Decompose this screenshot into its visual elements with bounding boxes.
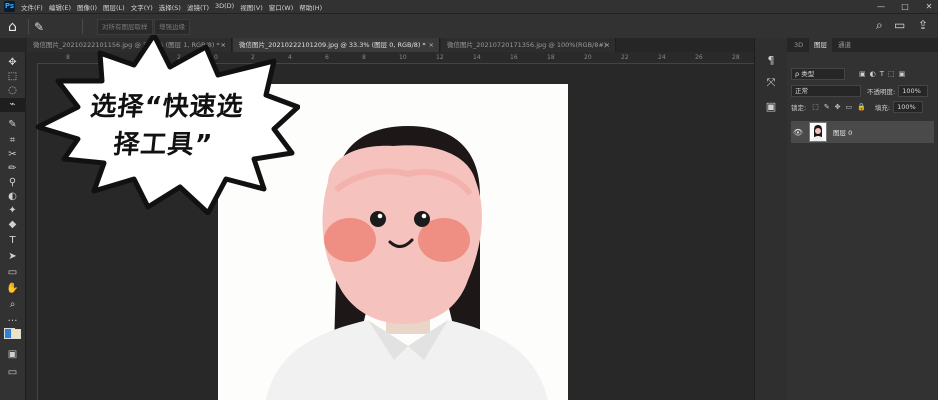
blend-mode-select[interactable]: 正常 [791,85,861,97]
home-icon[interactable]: ⌂ [8,14,17,39]
menu-item[interactable]: 文件(F) [21,2,43,12]
lock-icons[interactable]: ⬚✎✥▭🔒 [812,103,871,111]
menu-items: 文件(F) 编辑(E) 图像(I) 图层(L) 文字(Y) 选择(S) 滤镜(T) 3D(D)… [21,2,328,12]
layer-filter-row: ρ 类型 ▣◐T⬚▣ [791,68,909,80]
color-swatch-icon[interactable] [0,326,25,340]
lasso-tool-icon[interactable]: ◌ [0,84,25,98]
quick-mask-icon[interactable]: ▣ [0,348,25,362]
close-tab-icon[interactable]: × [429,38,434,52]
dodge-tool-icon[interactable]: ◐ [0,190,25,204]
document-tab[interactable]: 微信图片_20210720171356.jpg @ 100%(RGB/8#) × [441,38,616,52]
menu-item[interactable]: 图像(I) [77,2,97,12]
eraser-tool-icon[interactable]: ✏ [0,162,25,176]
more-tools-icon[interactable]: … [0,312,25,326]
ruler-tick-label: 8 [362,54,366,61]
share-icon[interactable]: ⇪ [918,18,928,32]
healing-brush-tool-icon[interactable]: ✦ [0,204,25,218]
hand-tool-icon[interactable]: ✋ [0,282,25,296]
fill-input[interactable]: 100% [893,101,924,113]
clone-stamp-tool-icon[interactable]: ✂ [0,148,25,162]
move-tool-icon[interactable]: ✥ [0,56,25,70]
close-tab-icon[interactable]: × [605,38,610,52]
crop-tool-icon[interactable]: ⌗ [0,134,25,148]
rectangle-tool-icon[interactable]: ▭ [0,266,25,280]
speech-bubble-callout: 选择“快速选 择工具” [30,35,300,215]
fill-label: 填充: [874,104,891,112]
ruler-tick-label: 6 [325,54,329,61]
tool-presets-icon[interactable]: ⤧ [755,76,787,90]
workspace-icon[interactable]: ▭ [894,18,905,32]
lock-label: 锁定: [791,104,807,112]
marquee-tool-icon[interactable]: ⬚ [0,70,25,84]
opacity-input[interactable]: 100% [898,85,929,97]
menu-bar: Ps 文件(F) 编辑(E) 图像(I) 图层(L) 文字(Y) 选择(S) 滤镜(T) 3D… [0,0,938,13]
brush-tool-icon[interactable]: ✎ [0,118,25,132]
ruler-tick-label: 20 [584,54,592,61]
tab-channels[interactable]: 通道 [833,38,856,52]
tools-panel: ✥ ⬚ ◌ ⌁ ✎ ⌗ ✂ ✏ ⚲ ◐ ✦ ◆ T ➤ ▭ ✋ ⌕… ▣ ▭ [0,52,26,400]
menu-item[interactable]: 窗口(W) [269,2,294,12]
photoshop-logo-icon: Ps [4,1,15,12]
zoom-tool-icon[interactable]: ⌕ [0,298,25,312]
maximize-button[interactable]: □ [900,2,910,11]
menu-item[interactable]: 帮助(H) [299,2,322,12]
ruler-tick-label: 16 [510,54,518,61]
pen-tool-icon[interactable]: ◆ [0,218,25,232]
close-button[interactable]: ✕ [924,2,934,11]
layer-row[interactable]: 👁 图层 0 [791,121,934,143]
callout-text: 选择“快速选 择工具” [36,88,294,164]
ruler-tick-label: 14 [473,54,481,61]
layer-kind-filter[interactable]: ρ 类型 [791,68,845,80]
tab-label: 微信图片_20210720171356.jpg @ 100%(RGB/8#) [447,41,607,49]
search-icon[interactable]: ⌕ [876,18,883,33]
callout-line-1: 选择“快速选 [88,92,246,122]
blend-row: 正常 不透明度: 100% [791,85,929,97]
thumbnail-portrait [812,125,824,141]
sample-all-layers-checkbox[interactable]: 对所有图层取样 [97,19,153,35]
path-selection-tool-icon[interactable]: ➤ [0,250,25,264]
eyedropper-tool-icon[interactable]: ⚲ [0,176,25,190]
collapsed-panels-strip: ¶ ⤧ ▣ [754,38,788,400]
visibility-eye-icon[interactable]: 👁 [791,128,805,137]
menu-item[interactable]: 图层(L) [103,2,125,12]
properties-icon[interactable]: ▣ [755,100,787,113]
lock-row: 锁定: ⬚✎✥▭🔒 填充: 100% [791,101,924,113]
quick-selection-tool-icon[interactable]: ⌁ [0,98,25,112]
ruler-tick-label: 10 [399,54,407,61]
callout-line-2: 择工具” [111,130,215,160]
opacity-label: 不透明度: [867,88,896,96]
window-controls: — □ ✕ [876,0,934,13]
menu-item[interactable]: 视图(V) [240,2,263,12]
layer-name: 图层 0 [833,129,853,137]
divider [82,19,83,34]
ruler-tick-label: 18 [547,54,555,61]
panel-tabs: 3D 图层 通道 [787,38,938,52]
divider [28,19,29,34]
filter-icons[interactable]: ▣◐T⬚▣ [859,70,909,78]
type-tool-icon[interactable]: T [0,234,25,248]
ruler-tick-label: 28 [732,54,740,61]
menu-item[interactable]: 编辑(E) [49,2,71,12]
minimize-button[interactable]: — [876,2,886,11]
menu-item[interactable]: 选择(S) [159,2,181,12]
layer-thumbnail [809,122,827,142]
menu-item[interactable]: 3D(D) [215,2,234,12]
ruler-tick-label: 12 [436,54,444,61]
layers-panel: 3D 图层 通道 ρ 类型 ▣◐T⬚▣ 正常 不透明度: 100% 锁定: ⬚✎… [787,38,938,400]
tab-layers[interactable]: 图层 [809,38,832,52]
ruler-tick-label: 24 [658,54,666,61]
screen-mode-icon[interactable]: ▭ [0,366,25,380]
paragraph-icon[interactable]: ¶ [755,54,787,67]
enhance-edge-checkbox[interactable]: 增强边缘 [154,19,190,35]
ruler-tick-label: 22 [621,54,629,61]
tab-3d[interactable]: 3D [789,38,808,52]
menu-item[interactable]: 文字(Y) [131,2,153,12]
menu-item[interactable]: 滤镜(T) [187,2,209,12]
ruler-tick-label: 26 [695,54,703,61]
